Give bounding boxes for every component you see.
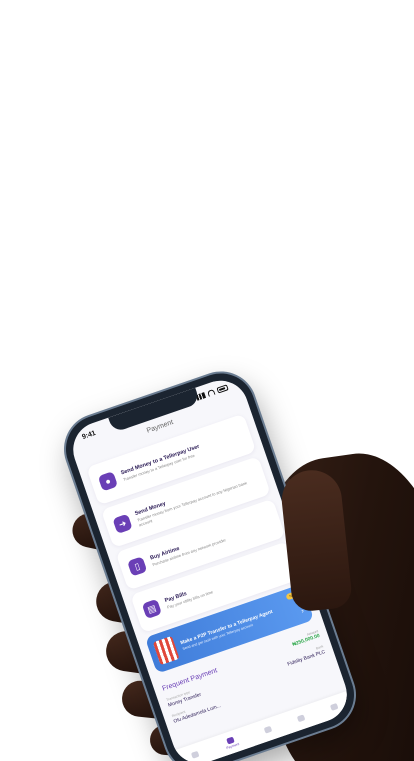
tab-cards[interactable] [263, 725, 272, 734]
home-icon [190, 750, 200, 759]
tab-home[interactable] [190, 750, 200, 759]
phone-icon: ▯ [127, 556, 148, 577]
shop-icon [152, 635, 180, 666]
status-time: 9:41 [81, 429, 97, 441]
card-icon [263, 725, 272, 734]
support-icon [296, 714, 306, 723]
tab-settings[interactable] [329, 702, 339, 711]
tab-support[interactable] [296, 714, 306, 723]
wifi-icon [206, 388, 216, 397]
scene: 9:41 Payment ● Send Money to a Tellerpay… [0, 0, 414, 761]
card-title: Send Money to a Tellerpay User [120, 443, 201, 477]
user-icon: ● [97, 471, 119, 492]
tab-payment[interactable]: Payment [223, 735, 240, 750]
bills-icon: ▤ [141, 598, 163, 620]
battery-icon [216, 384, 229, 394]
transfer-icon: ➜ [112, 513, 133, 535]
banner-subtitle: Send and get cash with your Tellerpay ac… [181, 622, 254, 651]
gear-icon [329, 702, 339, 711]
